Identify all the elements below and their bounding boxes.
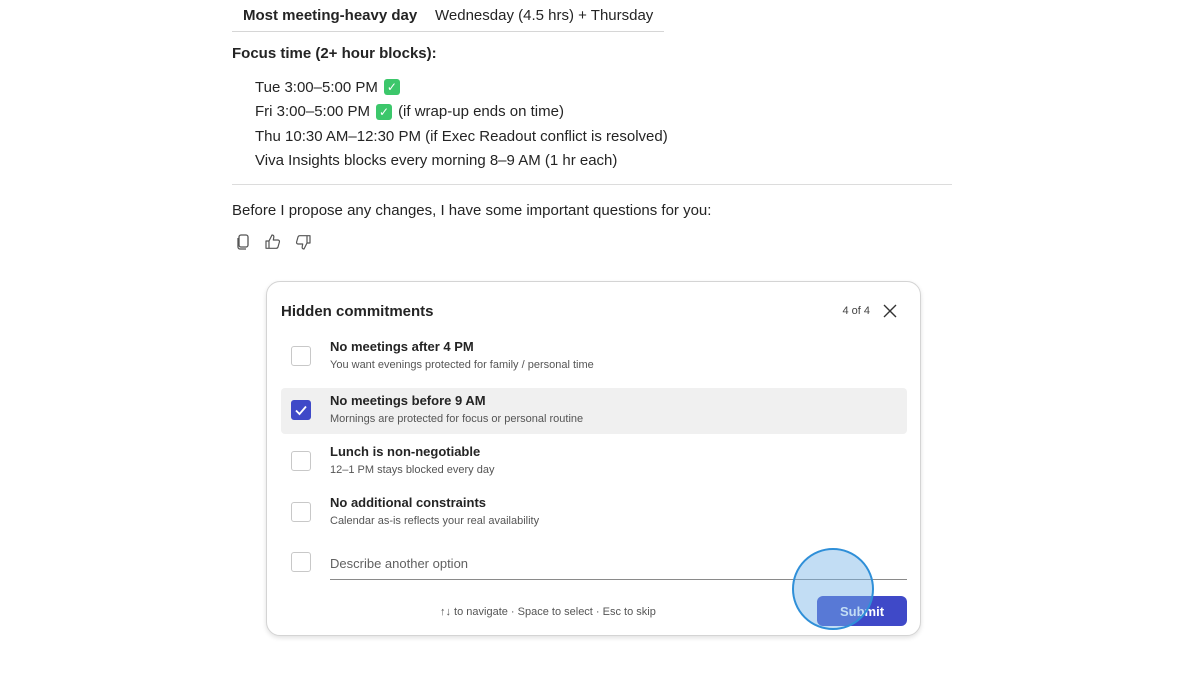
close-button[interactable]: [880, 301, 900, 321]
divider: [232, 184, 952, 185]
commitment-option[interactable]: No meetings after 4 PM You want evenings …: [281, 334, 907, 380]
focus-item-text: Thu 10:30 AM–12:30 PM (if Exec Readout c…: [255, 127, 668, 145]
keyboard-hint: ↑↓ to navigate · Space to select · Esc t…: [440, 606, 656, 618]
commitment-option[interactable]: Lunch is non-negotiable 12–1 PM stays blo…: [281, 439, 907, 485]
thumbs-down-icon[interactable]: [294, 233, 312, 251]
option-title: Lunch is non-negotiable: [330, 444, 481, 459]
message-actions: [234, 233, 312, 251]
summary-key: Most meeting-heavy day: [243, 7, 418, 24]
option-checkbox[interactable]: [291, 451, 311, 471]
summary-row: Most meeting-heavy day Wednesday (4.5 hr…: [232, 0, 664, 32]
summary-value: Wednesday (4.5 hrs) + Thursday: [435, 7, 654, 24]
focus-item: Tue 3:00–5:00 PM ✓: [255, 75, 668, 100]
option-description: You want evenings protected for family /…: [330, 359, 594, 371]
check-mark-icon: ✓: [383, 79, 400, 96]
focus-list: Tue 3:00–5:00 PM ✓ Fri 3:00–5:00 PM ✓ (if wr…: [255, 75, 668, 173]
focus-item: Thu 10:30 AM–12:30 PM (if Exec Readout c…: [255, 124, 668, 149]
option-title: No meetings before 9 AM: [330, 393, 486, 408]
question-text: Before I propose any changes, I have som…: [232, 202, 712, 219]
hidden-commitments-dialog: Hidden commitments 4 of 4 No meetings af…: [266, 281, 921, 636]
focus-item-text: Fri 3:00–5:00 PM: [255, 103, 371, 121]
option-checkbox[interactable]: [291, 502, 311, 522]
option-checkbox[interactable]: [291, 400, 311, 420]
option-description: 12–1 PM stays blocked every day: [330, 464, 495, 476]
other-option-checkbox[interactable]: [291, 552, 311, 572]
option-title: No meetings after 4 PM: [330, 339, 474, 354]
focus-item: Fri 3:00–5:00 PM ✓ (if wrap-up ends on tim…: [255, 100, 668, 125]
commitment-option[interactable]: No additional constraints Calendar as-is …: [281, 490, 907, 536]
thumbs-up-icon[interactable]: [264, 233, 282, 251]
option-description: Calendar as-is reflects your real availa…: [330, 515, 540, 527]
check-mark-icon: ✓: [376, 103, 393, 120]
option-description: Mornings are protected for focus or pers…: [330, 413, 584, 425]
checkmark-icon: [295, 405, 307, 416]
focus-item-text: Viva Insights blocks every morning 8–9 A…: [255, 152, 618, 170]
question-counter: 4 of 4: [842, 305, 870, 317]
commitment-option[interactable]: No meetings before 9 AM Mornings are prot…: [281, 388, 907, 434]
focus-item-text: Tue 3:00–5:00 PM: [255, 78, 378, 96]
submit-button[interactable]: Submit: [817, 596, 907, 626]
focus-item-note: (if wrap-up ends on time): [398, 103, 564, 121]
option-title: No additional constraints: [330, 495, 487, 510]
copy-icon[interactable]: [234, 233, 252, 251]
focus-item: Viva Insights blocks every morning 8–9 A…: [255, 149, 668, 174]
option-checkbox[interactable]: [291, 346, 311, 366]
dialog-title: Hidden commitments: [281, 303, 434, 320]
close-icon: [883, 304, 897, 318]
focus-heading: Focus time (2+ hour blocks):: [232, 45, 437, 62]
describe-another-option-input[interactable]: [330, 548, 907, 580]
